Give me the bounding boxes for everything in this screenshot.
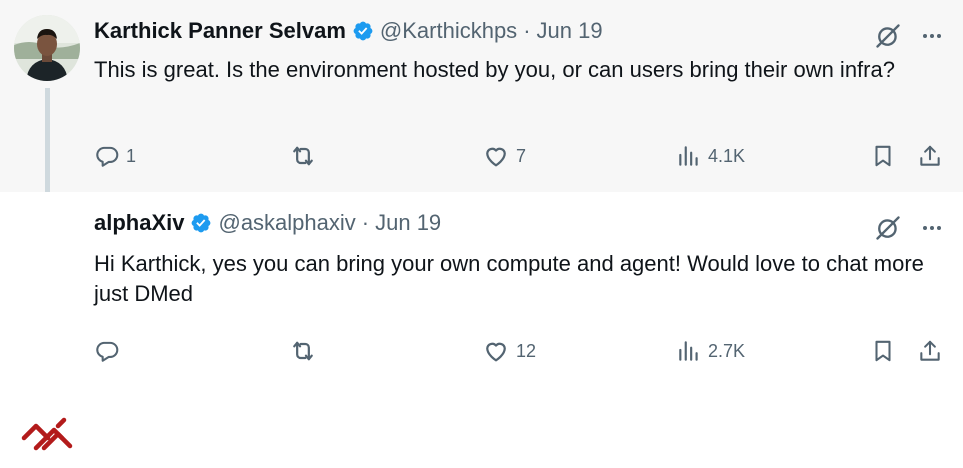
header-separator: · <box>523 18 531 43</box>
more-icon[interactable] <box>916 212 948 244</box>
share-icon <box>917 143 943 169</box>
repost-button[interactable] <box>289 331 317 371</box>
heart-icon <box>482 337 510 365</box>
bookmark-icon <box>870 143 896 169</box>
share-button[interactable] <box>917 136 943 176</box>
avatar[interactable] <box>14 402 80 468</box>
bookmark-button[interactable] <box>870 331 896 371</box>
tweet-actions: 1 7 4.1K <box>0 136 963 176</box>
like-count: 12 <box>516 340 537 361</box>
header-separator: · <box>361 210 370 235</box>
tweet-text: This is great. Is the environment hosted… <box>94 57 895 82</box>
reply-icon <box>94 143 120 169</box>
grok-icon[interactable] <box>872 212 904 244</box>
repost-button[interactable] <box>289 136 317 176</box>
reply-count: 1 <box>126 145 137 166</box>
views-count: 4.1K <box>708 145 746 166</box>
tweet-header: alphaXiv @askalphaxiv · Jun 19 <box>94 210 441 236</box>
bookmark-button[interactable] <box>870 136 896 176</box>
grok-icon[interactable] <box>872 20 904 52</box>
views-button[interactable]: 4.1K <box>676 136 745 176</box>
reply-icon <box>94 338 120 364</box>
views-count: 2.7K <box>708 340 746 361</box>
bookmark-icon <box>870 338 896 364</box>
tweet-alphaxiv[interactable]: alphaXiv @askalphaxiv · Jun 19 Hi Karthi… <box>0 192 963 468</box>
author-handle[interactable]: @askalphaxiv <box>218 210 355 236</box>
tweet-date[interactable]: Jun 19 <box>375 210 441 236</box>
tweet-karthick[interactable]: Karthick Panner Selvam @Karthickhps · Ju… <box>0 0 963 203</box>
more-icon[interactable] <box>916 20 948 52</box>
heart-icon <box>482 142 510 170</box>
views-icon <box>676 143 702 169</box>
reply-button[interactable] <box>94 331 120 371</box>
author-handle[interactable]: @Karthickhps <box>380 18 517 44</box>
reply-button[interactable]: 1 <box>94 136 136 176</box>
tweet-header: Karthick Panner Selvam @Karthickhps · Ju… <box>94 18 603 44</box>
avatar[interactable] <box>14 15 80 81</box>
share-button[interactable] <box>917 331 943 371</box>
repost-icon <box>289 142 317 170</box>
author-name[interactable]: alphaXiv <box>94 210 184 236</box>
verified-badge-icon[interactable] <box>352 20 374 42</box>
tweet-actions: 12 2.7K <box>0 331 963 371</box>
like-count: 7 <box>516 145 527 166</box>
verified-badge-icon[interactable] <box>190 212 212 234</box>
repost-icon <box>289 337 317 365</box>
like-button[interactable]: 12 <box>482 331 536 371</box>
tweet-text: Hi Karthick, yes you can bring your own … <box>94 251 924 306</box>
share-icon <box>917 338 943 364</box>
views-button[interactable]: 2.7K <box>676 331 745 371</box>
views-icon <box>676 338 702 364</box>
author-name[interactable]: Karthick Panner Selvam <box>94 18 346 44</box>
like-button[interactable]: 7 <box>482 136 526 176</box>
tweet-date[interactable]: Jun 19 <box>537 18 603 44</box>
